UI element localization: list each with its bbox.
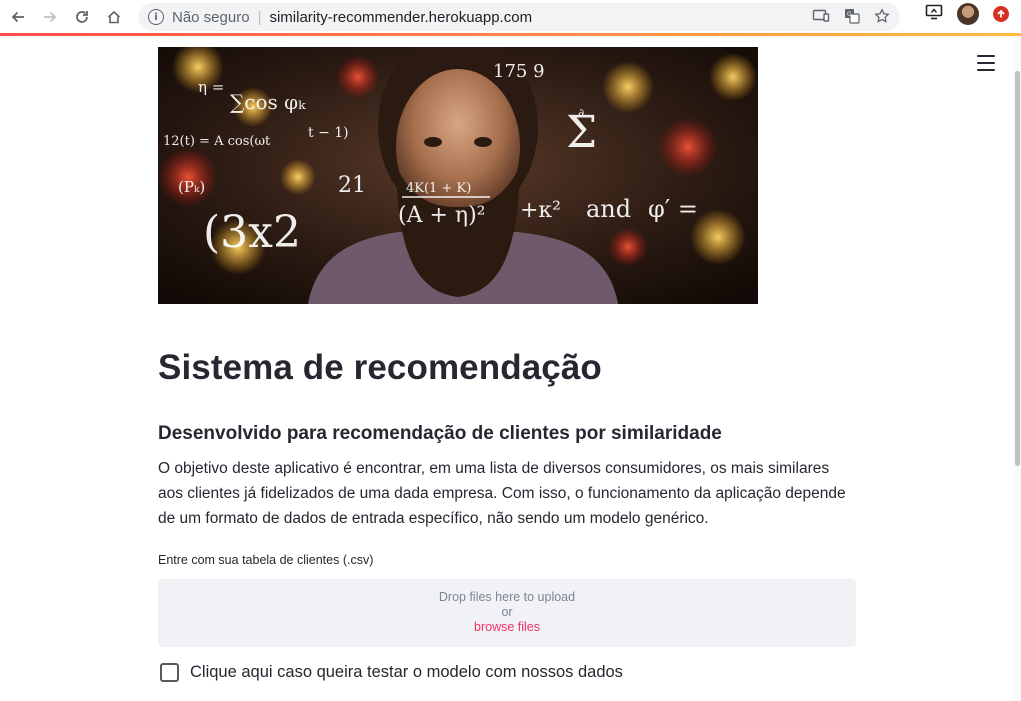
browser-toolbar: i Não seguro | similarity-recommender.he…	[0, 0, 1021, 36]
page-scrollbar[interactable]	[1014, 37, 1021, 701]
or-text: or	[501, 605, 513, 619]
math-number: 175 9	[493, 61, 545, 82]
address-bar[interactable]: i Não seguro | similarity-recommender.he…	[138, 3, 900, 31]
profile-avatar[interactable]	[957, 3, 979, 25]
streamlit-header-accent	[0, 33, 1021, 36]
screen-share-icon[interactable]	[925, 4, 943, 25]
svg-text:t − 1): t − 1)	[308, 125, 349, 141]
back-icon[interactable]	[4, 3, 32, 31]
svg-text:(3x2: (3x2	[203, 207, 301, 258]
browse-files-link[interactable]: browse files	[158, 620, 856, 635]
math-acos: 12(t) = A cos(ωt	[163, 134, 271, 149]
description-paragraph: O objetivo deste aplicativo é encontrar,…	[158, 460, 846, 527]
address-separator: |	[257, 8, 262, 26]
cast-icon[interactable]	[812, 8, 830, 28]
test-data-checkbox-label[interactable]: Clique aqui caso queira testar o modelo …	[190, 663, 623, 682]
math-eta: η =	[198, 78, 224, 96]
page-subtitle: Desenvolvido para recomendação de client…	[158, 423, 722, 444]
file-dropzone[interactable]: Drop files here to upload or browse file…	[158, 579, 856, 647]
file-uploader-label: Entre com sua tabela de clientes (.csv)	[158, 553, 374, 567]
svg-text:4K(1 + K): 4K(1 + K)	[406, 181, 471, 196]
svg-text:φ′ =: φ′ =	[648, 195, 698, 223]
svg-text:and: and	[586, 195, 631, 223]
test-data-checkbox[interactable]	[160, 663, 179, 682]
hamburger-menu-icon[interactable]	[977, 55, 995, 71]
svg-text:21: 21	[338, 173, 366, 198]
math-sum-cos: ∑cos φₖ	[230, 90, 306, 114]
reload-icon[interactable]	[68, 3, 96, 31]
svg-text:∂: ∂	[578, 106, 584, 120]
star-icon[interactable]	[874, 8, 890, 28]
translate-icon[interactable]: G	[844, 8, 860, 28]
forward-icon[interactable]	[36, 3, 64, 31]
url-text[interactable]: similarity-recommender.herokuapp.com	[269, 9, 532, 26]
scrollbar-thumb[interactable]	[1015, 71, 1020, 466]
drop-files-text: Drop files here to upload	[438, 590, 576, 604]
info-icon[interactable]: i	[148, 9, 164, 25]
security-label: Não seguro	[172, 8, 250, 26]
page-title: Sistema de recomendação	[158, 348, 602, 387]
svg-text:(Pₖ): (Pₖ)	[178, 178, 205, 196]
test-data-checkbox-row[interactable]: Clique aqui caso queira testar o modelo …	[160, 663, 623, 682]
update-icon[interactable]	[993, 6, 1009, 22]
svg-text:+κ²: +κ²	[520, 198, 561, 223]
home-icon[interactable]	[100, 3, 128, 31]
hero-image: η = ∑cos φₖ 175 9 12(t) = A cos(ωt t − 1…	[158, 47, 758, 304]
svg-text:(A + η)²: (A + η)²	[398, 203, 485, 228]
svg-text:G: G	[847, 11, 852, 18]
